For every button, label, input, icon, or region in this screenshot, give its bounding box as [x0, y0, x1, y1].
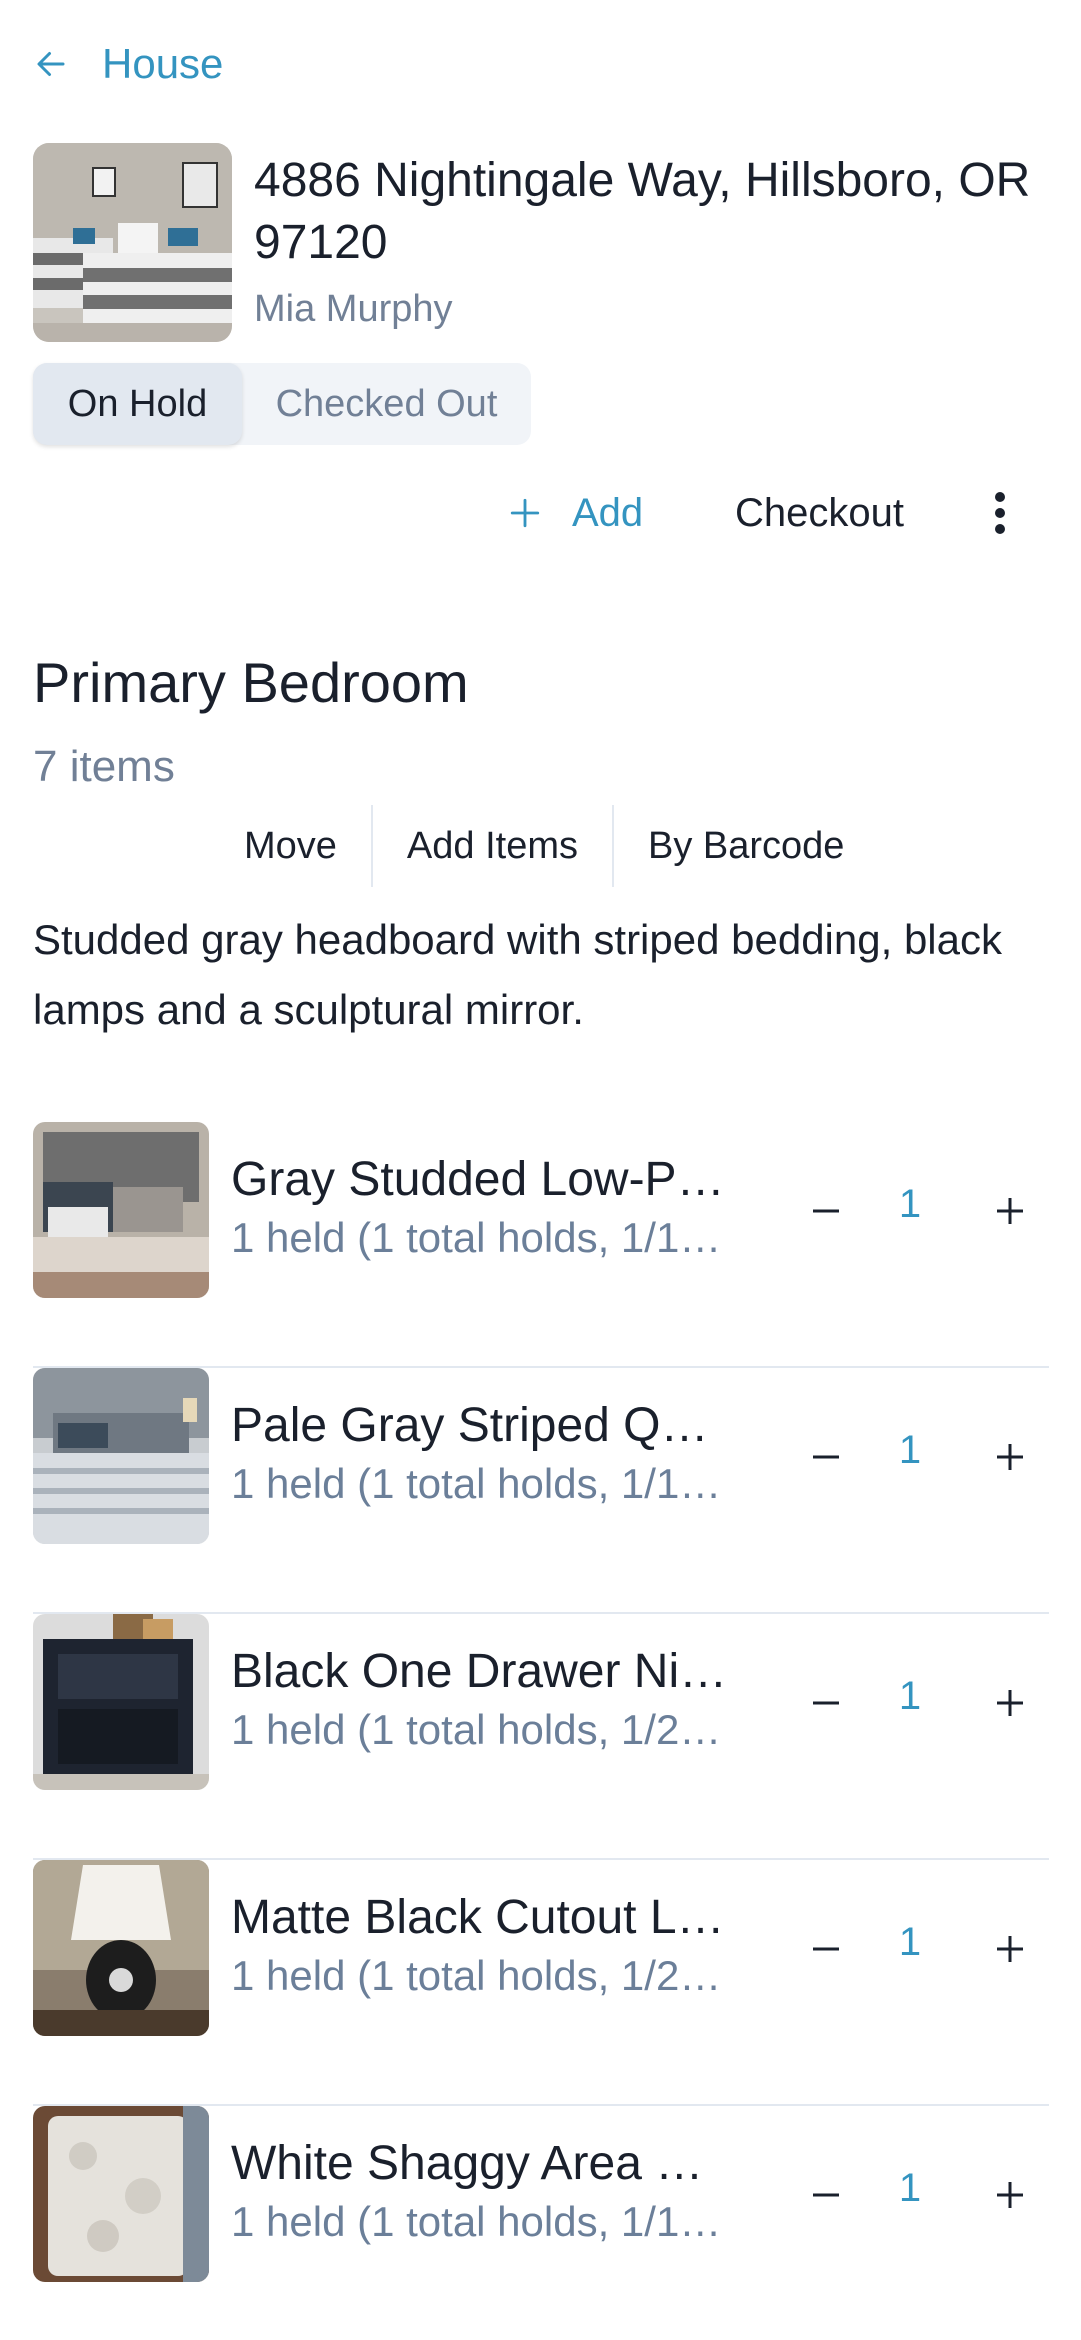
item-name: Pale Gray Striped Q…	[231, 1399, 709, 1452]
add-items-button[interactable]: Add Items	[373, 805, 612, 887]
item-status: 1 held (1 total holds, 1/2…	[231, 1706, 722, 1753]
room-actions: Move Add Items By Barcode	[210, 805, 878, 887]
item-name: Gray Studded Low-P…	[231, 1153, 725, 1206]
move-button[interactable]: Move	[210, 805, 371, 887]
item-quantity: 1	[898, 1674, 922, 1718]
minus-icon	[813, 1209, 839, 1213]
item-name: White Shaggy Area …	[231, 2137, 704, 2190]
segment-checked-out[interactable]: Checked Out	[242, 363, 531, 445]
plus-icon	[997, 1690, 1023, 1716]
list-item[interactable]: Gray Studded Low-P… 1 held (1 total hold…	[33, 1122, 1049, 1368]
plus-icon	[997, 2182, 1023, 2208]
increment-button[interactable]	[983, 1184, 1037, 1238]
decrement-button[interactable]	[799, 1922, 853, 1976]
item-thumbnail	[33, 2106, 209, 2282]
item-status: 1 held (1 total holds, 1/1…	[231, 1460, 722, 1507]
list-item[interactable]: White Shaggy Area … 1 held (1 total hold…	[33, 2106, 1049, 2340]
plus-icon	[997, 1444, 1023, 1470]
room-item-count: 7 items	[33, 742, 175, 791]
checkout-button[interactable]: Checkout	[735, 478, 904, 548]
item-name: Black One Drawer Ni…	[231, 1645, 728, 1698]
item-status: 1 held (1 total holds, 1/1…	[231, 2198, 722, 2245]
segment-on-hold[interactable]: On Hold	[33, 363, 242, 445]
plus-icon	[997, 1198, 1023, 1224]
header-actions: Add Checkout	[0, 478, 1081, 548]
item-quantity: 1	[898, 1182, 922, 1226]
item-status: 1 held (1 total holds, 1/2…	[231, 1952, 722, 1999]
decrement-button[interactable]	[799, 2168, 853, 2222]
item-quantity: 1	[898, 1920, 922, 1964]
room-title: Primary Bedroom	[33, 651, 469, 714]
increment-button[interactable]	[983, 1676, 1037, 1730]
item-thumbnail	[33, 1122, 209, 1298]
item-thumbnail	[33, 1614, 209, 1790]
plus-icon	[997, 1936, 1023, 1962]
more-vertical-icon	[995, 492, 1005, 534]
add-button[interactable]: Add	[508, 478, 643, 548]
property-photo	[33, 143, 232, 342]
arrow-left-icon	[37, 52, 65, 76]
item-quantity: 1	[898, 2166, 922, 2210]
minus-icon	[813, 1947, 839, 1951]
minus-icon	[813, 1455, 839, 1459]
minus-icon	[813, 1701, 839, 1705]
item-thumbnail	[33, 1860, 209, 2036]
increment-button[interactable]	[983, 1922, 1037, 1976]
property-owner: Mia Murphy	[254, 288, 453, 330]
item-status: 1 held (1 total holds, 1/1…	[231, 1214, 722, 1261]
decrement-button[interactable]	[799, 1430, 853, 1484]
back-button[interactable]: House	[33, 36, 223, 92]
property-address: 4886 Nightingale Way, Hillsboro, OR 9712…	[254, 154, 1031, 269]
item-quantity: 1	[898, 1428, 922, 1472]
room-description: Studded gray headboard with striped bedd…	[33, 916, 1002, 1033]
by-barcode-button[interactable]: By Barcode	[614, 805, 878, 887]
list-item[interactable]: Matte Black Cutout L… 1 held (1 total ho…	[33, 1860, 1049, 2106]
add-label: Add	[572, 490, 644, 535]
decrement-button[interactable]	[799, 1676, 853, 1730]
list-item[interactable]: Pale Gray Striped Q… 1 held (1 total hol…	[33, 1368, 1049, 1614]
increment-button[interactable]	[983, 1430, 1037, 1484]
increment-button[interactable]	[983, 2168, 1037, 2222]
more-menu-button[interactable]	[985, 478, 1015, 548]
plus-icon	[510, 498, 540, 528]
status-segmented-control: On Hold Checked Out	[33, 363, 531, 445]
item-name: Matte Black Cutout L…	[231, 1891, 725, 1944]
minus-icon	[813, 2193, 839, 2197]
list-item[interactable]: Black One Drawer Ni… 1 held (1 total hol…	[33, 1614, 1049, 1860]
back-label: House	[102, 40, 224, 87]
decrement-button[interactable]	[799, 1184, 853, 1238]
item-thumbnail	[33, 1368, 209, 1544]
